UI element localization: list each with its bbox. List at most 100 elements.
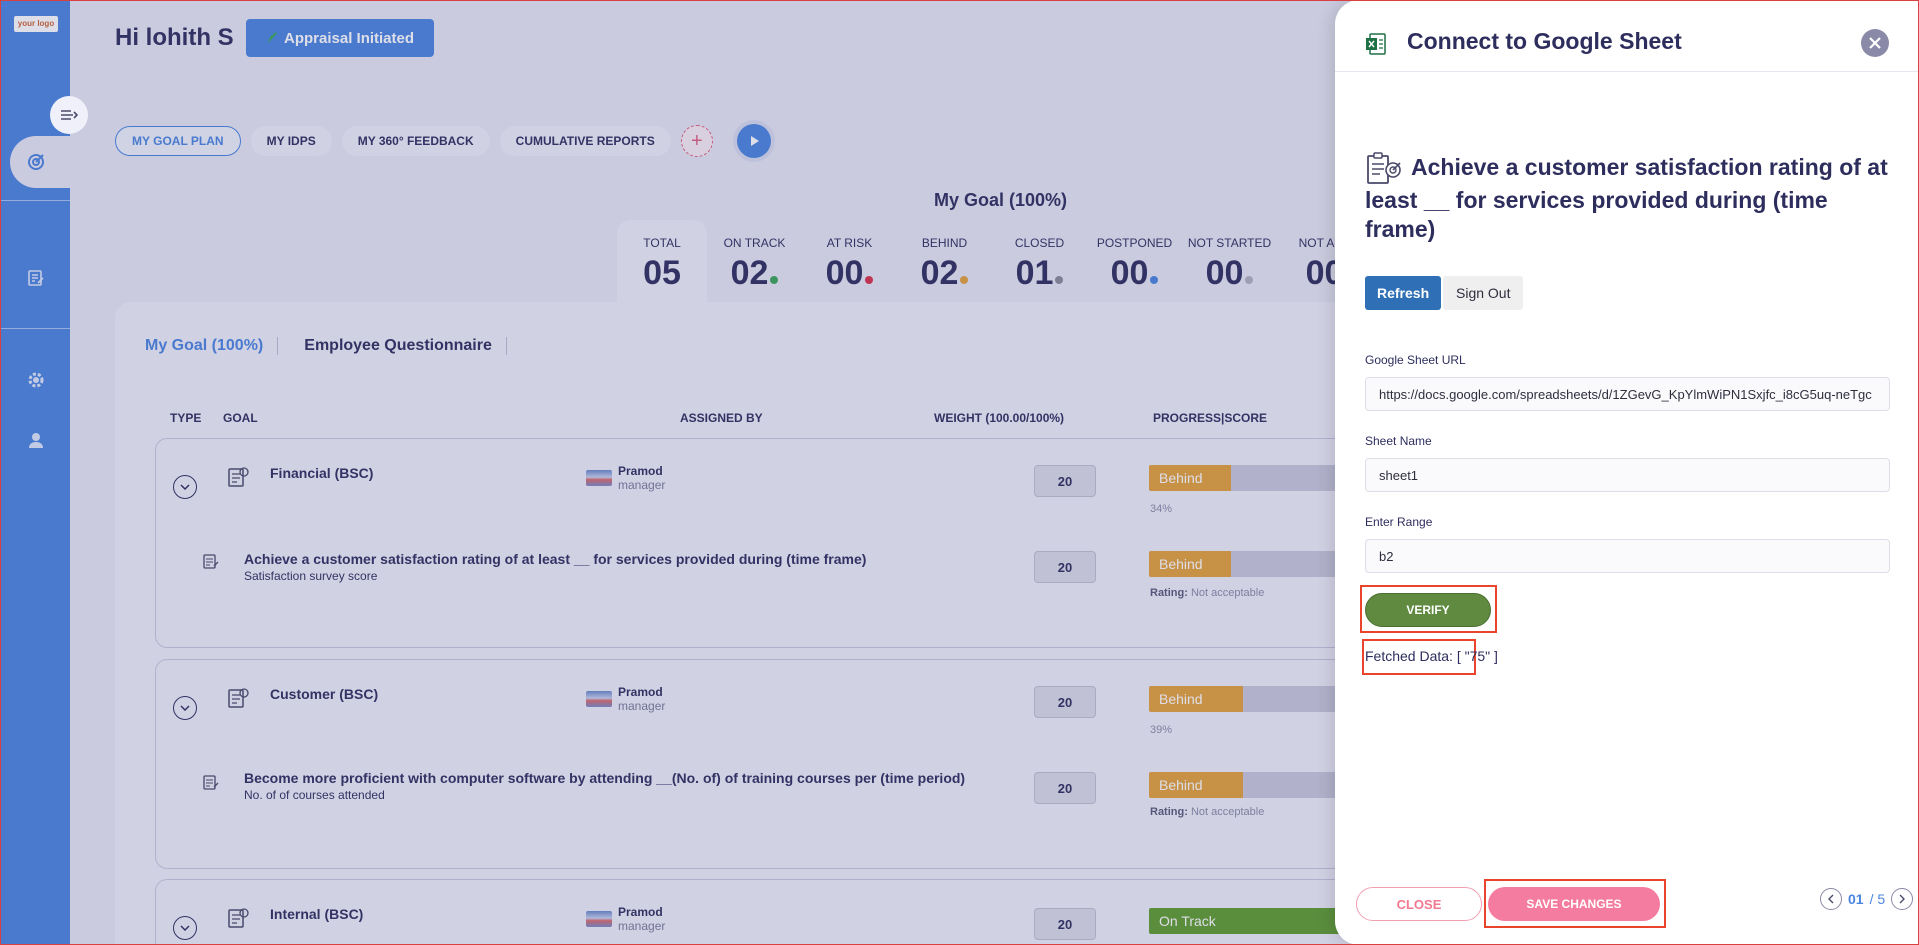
col-type: TYPE [170,411,202,425]
tab-cumulative-reports[interactable]: CUMULATIVE REPORTS [499,126,671,156]
sidebar: your logo [0,0,80,945]
rating: Rating: Not acceptable [1150,587,1264,599]
next-page-button[interactable] [1891,888,1914,910]
panel-header: Connect to Google Sheet [1335,0,1919,72]
sidebar-toggle[interactable] [50,96,88,134]
sub-goal-description: Satisfaction survey score [244,569,378,583]
assignee: Pramod manager [586,464,665,492]
page-greeting: Hi lohith S [115,24,234,51]
goal-card: Internal (BSC) Pramod manager 20 On Trac… [155,879,1415,945]
tab-my-idps[interactable]: MY IDPS [250,126,332,156]
assignee-role: manager [618,478,666,492]
sub-goal-title[interactable]: Achieve a customer satisfaction rating o… [244,551,866,567]
sub-goal-title[interactable]: Become more proficient with computer sof… [244,770,965,786]
save-changes-button[interactable]: SAVE CHANGES [1488,887,1660,921]
stat-value: 05 [643,254,681,292]
goal-category-title: Internal (BSC) [270,906,364,922]
goal-card: Customer (BSC) Pramod manager 20 Behind … [155,659,1415,869]
sidebar-item-settings[interactable] [26,370,46,390]
rating: Rating: Not acceptable [1150,806,1264,818]
sheet-name-label: Sheet Name [1365,434,1432,448]
stat-on-track[interactable]: ON TRACK 02 [707,220,802,302]
expand-toggle[interactable] [173,696,197,720]
goal-category-title: Financial (BSC) [270,465,374,481]
rating-value: Not acceptable [1190,587,1265,599]
weight-field[interactable]: 20 [1034,772,1096,804]
rating-label: Rating: [1150,806,1188,818]
stat-label: TOTAL [643,236,681,250]
progress-fill: Behind [1149,772,1243,798]
tab-my-360-feedback[interactable]: MY 360° FEEDBACK [341,126,490,156]
progress-status: Behind [1159,691,1203,707]
sheet-name-input[interactable]: sheet1 [1365,458,1890,492]
status-dot [770,276,779,284]
avatar [586,470,612,486]
weight-field[interactable]: 20 [1034,551,1096,583]
assignee-name: Pramod [618,464,663,478]
document-edit-icon [28,270,44,286]
goal-tabs: MY GOAL PLAN MY IDPS MY 360° FEEDBACK CU… [115,124,771,158]
stat-not-started[interactable]: NOT STARTED 00 [1182,220,1277,302]
subtab-my-goal[interactable]: My Goal (100%) [145,337,279,355]
verify-button[interactable]: VERIFY [1365,593,1491,627]
gear-icon [28,372,44,388]
assignee-role: manager [618,699,666,713]
progress-percent: 34% [1150,503,1173,515]
col-goal: GOAL [223,411,258,425]
subtab-employee-questionnaire[interactable]: Employee Questionnaire [278,337,507,355]
stat-closed[interactable]: CLOSED 01 [992,220,1087,302]
assignee-name: Pramod [618,905,663,919]
prev-page-button[interactable] [1820,888,1842,910]
stat-label: CLOSED [1014,236,1065,250]
refresh-button[interactable]: Refresh [1365,276,1442,310]
progress-fill: Behind [1149,686,1243,712]
sub-goal-icon [203,775,219,790]
stat-value: 02 [920,254,959,292]
add-tab-button[interactable]: + [680,125,713,157]
stat-total[interactable]: TOTAL 05 [617,220,707,302]
fetched-data: Fetched Data: [ "75" ] [1365,648,1498,664]
pencil-icon [268,32,277,43]
tab-my-goal-plan[interactable]: MY GOAL PLAN [115,126,241,156]
expand-toggle[interactable] [173,475,197,499]
sidebar-item-review[interactable] [26,268,46,288]
progress-bar: Behind [1149,772,1349,798]
assignee: Pramod manager [586,905,665,933]
goal-category-title: Customer (BSC) [270,686,379,702]
stat-label: BEHIND [921,236,968,250]
sidebar-divider [0,200,70,201]
progress-bar: On Track [1149,908,1349,934]
chevron-down-icon [180,705,190,711]
assignee: Pramod manager [586,685,665,713]
progress-fill: On Track [1149,908,1349,934]
close-button[interactable]: CLOSE [1356,887,1482,921]
stat-value: 02 [730,254,769,292]
range-input[interactable]: b2 [1365,539,1890,573]
avatar [586,911,612,927]
google-sheets-icon [1366,33,1386,55]
weight-field[interactable]: 20 [1034,908,1096,940]
stat-behind[interactable]: BEHIND 02 [897,220,992,302]
sidebar-item-profile[interactable] [26,430,46,450]
range-label: Enter Range [1365,515,1433,529]
play-tour-button[interactable] [736,124,771,158]
goal-stats: TOTAL 05 ON TRACK 02 AT RISK 00 BEHIND 0… [617,220,1372,302]
avatar [586,691,612,707]
weight-field[interactable]: 20 [1034,686,1096,718]
appraisal-status-button[interactable]: Appraisal Initiated [246,19,435,57]
goal-type-icon [228,467,249,487]
chevron-down-icon [180,925,190,931]
sub-goal-icon [203,554,219,569]
close-panel-button[interactable] [1861,29,1889,57]
expand-toggle[interactable] [173,916,197,940]
google-sheet-url-input[interactable]: https://docs.google.com/spreadsheets/d/1… [1365,377,1890,411]
progress-fill: Behind [1149,465,1231,491]
goals-panel: My Goal (100%) Employee Questionnaire TY… [115,302,1415,945]
assignee-role: manager [618,919,666,933]
sign-out-button[interactable]: Sign Out [1443,276,1524,310]
rating-value: Not acceptable [1190,806,1265,818]
stat-at-risk[interactable]: AT RISK 00 [802,220,897,302]
stat-label: AT RISK [826,236,873,250]
weight-field[interactable]: 20 [1034,465,1096,497]
stat-postponed[interactable]: POSTPONED 00 [1087,220,1182,302]
